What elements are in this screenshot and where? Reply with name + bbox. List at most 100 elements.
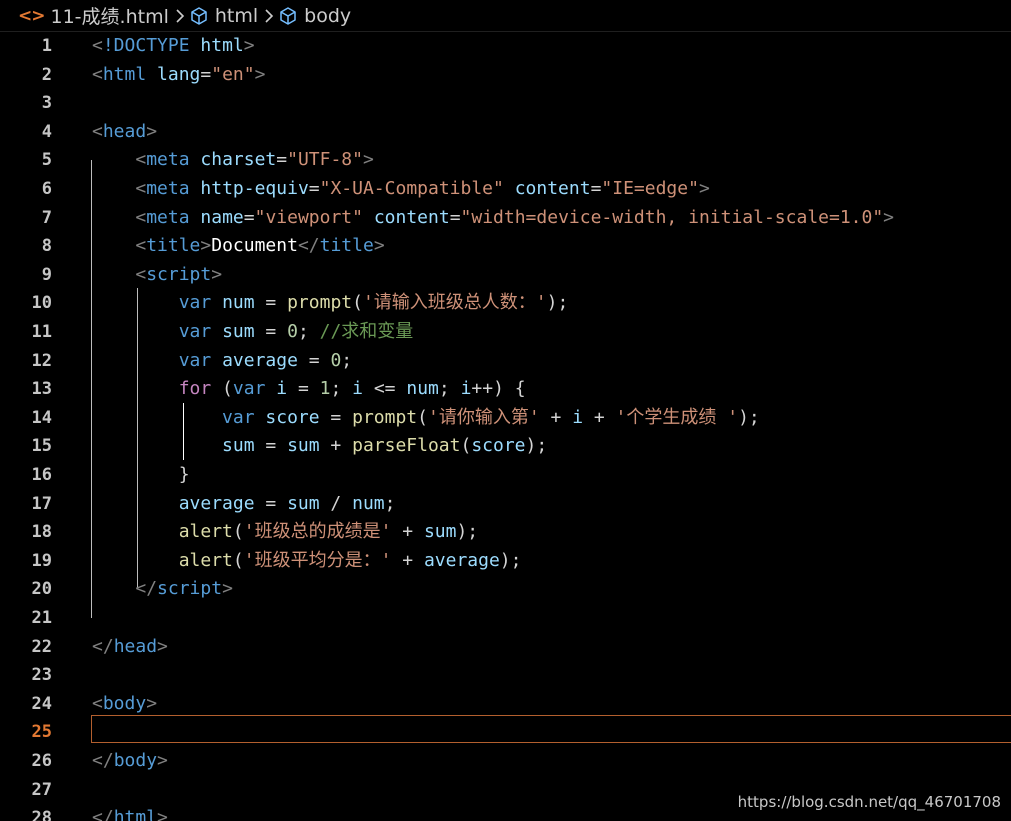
code-line[interactable]: 17 average = sum / num; (0, 490, 1011, 519)
code-token: = (449, 206, 461, 228)
code-token: = (319, 406, 353, 428)
breadcrumb-html-label: html (214, 4, 259, 27)
line-number: 9 (41, 264, 52, 285)
code-text: <body> (92, 690, 157, 719)
code-text: <script> (92, 261, 222, 290)
code-token: head (113, 635, 158, 657)
code-line[interactable]: 16 } (0, 461, 1011, 490)
code-text: <head> (92, 118, 157, 147)
code-token: ( (232, 549, 244, 571)
code-line[interactable]: 10 var num = prompt('请输入班级总人数：'); (0, 289, 1011, 318)
code-token: = (276, 149, 288, 171)
code-token: script (157, 578, 223, 600)
code-line[interactable]: 3 (0, 89, 1011, 118)
code-token: > (157, 635, 168, 657)
code-token: name (200, 206, 244, 228)
code-line[interactable]: 23 (0, 661, 1011, 690)
code-token: <= (363, 378, 407, 400)
code-line[interactable]: 18 alert('班级总的成绩是' + sum); (0, 518, 1011, 547)
code-token: ); (738, 406, 760, 428)
code-token: num (222, 292, 255, 314)
breadcrumb-html[interactable]: html (189, 5, 258, 27)
line-number: 5 (41, 150, 52, 171)
code-line[interactable]: 4 <head> (0, 118, 1011, 147)
code-line[interactable]: 1 <!DOCTYPE html> (0, 32, 1011, 61)
code-token: charset (200, 149, 277, 171)
code-token: meta (146, 178, 190, 199)
code-line[interactable]: 12 var average = 0; (0, 347, 1011, 376)
code-token: sum (222, 321, 255, 342)
code-line[interactable]: 5 <meta charset="UTF-8"> (0, 146, 1011, 175)
code-token: > (157, 750, 168, 771)
code-token: sum (222, 435, 255, 457)
code-token: } (92, 464, 190, 485)
line-number: 6 (41, 179, 52, 199)
code-token: "IE=edge" (601, 178, 699, 199)
code-token: i (572, 406, 584, 428)
code-token: > (243, 35, 255, 56)
code-token: = (254, 292, 288, 314)
code-text: <!DOCTYPE html> (92, 32, 255, 61)
code-token: < (135, 149, 147, 171)
breadcrumb-file[interactable]: <> 11-成绩.html (18, 2, 169, 29)
code-token: '班级总的成绩是' (243, 521, 392, 543)
line-number: 11 (31, 322, 52, 342)
code-token: = (297, 349, 331, 371)
code-text: <meta charset="UTF-8"> (92, 146, 373, 175)
code-token: '班级平均分是：' (243, 549, 392, 571)
code-line[interactable]: 8 <title>Document</title> (0, 232, 1011, 261)
code-line[interactable]: 9 <script> (0, 261, 1011, 290)
code-line[interactable]: 25 (0, 718, 1011, 747)
code-line[interactable]: 21 (0, 604, 1011, 633)
code-token: ; (297, 321, 320, 342)
code-text: <title>Document</title> (92, 232, 384, 261)
code-line[interactable]: 2 <html lang="en"> (0, 61, 1011, 90)
code-line[interactable]: 22 </head> (0, 633, 1011, 662)
line-number: 8 (41, 236, 52, 257)
code-line[interactable]: 15 sum = sum + parseFloat(score); (0, 432, 1011, 461)
code-line[interactable]: 14 var score = prompt('请你输入第' + i + '个学生… (0, 404, 1011, 433)
line-number: 15 (31, 436, 52, 457)
code-token: lang (157, 63, 201, 85)
code-token: average (222, 349, 298, 371)
code-line[interactable]: 20 </script> (0, 575, 1011, 604)
code-token: = (254, 492, 288, 514)
breadcrumb-body[interactable]: body (278, 5, 351, 27)
code-token: html (113, 807, 158, 821)
line-number: 18 (31, 522, 52, 543)
code-line[interactable]: 7 <meta name="viewport" content="width=d… (0, 204, 1011, 233)
code-editor[interactable]: <> 11-成绩.html html body 1 <!DOCTYPE html>… (0, 0, 1011, 821)
code-area[interactable]: 1 <!DOCTYPE html> 2 <html lang="en"> 3 4 <head… (0, 32, 1011, 821)
code-token: < (135, 178, 147, 199)
code-token: body (102, 692, 147, 714)
code-token: score (471, 435, 526, 457)
code-token: / (319, 492, 353, 514)
code-token: ; (384, 492, 396, 514)
code-token: for (178, 378, 212, 400)
line-number: 25 (31, 722, 52, 743)
code-line[interactable]: 6 <meta http-equiv="X-UA-Compatible" con… (0, 175, 1011, 204)
code-token: > (222, 578, 233, 600)
code-line[interactable]: 13 for (var i = 1; i <= num; i++) { (0, 375, 1011, 404)
html-file-icon: <> (18, 5, 45, 26)
code-token: alert (178, 521, 233, 543)
code-line[interactable]: 11 var sum = 0; //求和变量 (0, 318, 1011, 347)
code-line[interactable]: 19 alert('班级平均分是：' + average); (0, 547, 1011, 576)
code-token: ; (330, 378, 353, 400)
chevron-right-icon (175, 8, 185, 24)
code-line[interactable]: 26 </body> (0, 747, 1011, 776)
code-text: </head> (92, 633, 168, 662)
code-token: alert (178, 549, 233, 571)
code-token: > (698, 178, 710, 199)
code-line[interactable]: 24 <body> (0, 690, 1011, 719)
